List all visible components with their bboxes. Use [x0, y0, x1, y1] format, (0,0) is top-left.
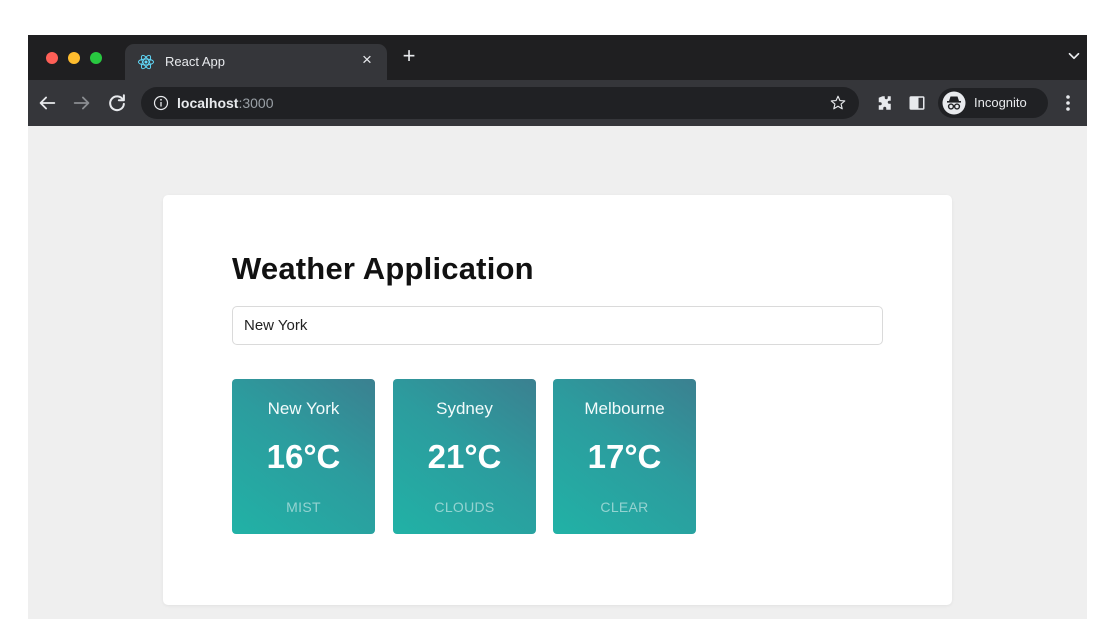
weather-temperature: 17°C	[587, 438, 662, 475]
weather-temperature: 16°C	[266, 438, 341, 475]
tab-react-app[interactable]: React App ×	[125, 44, 387, 80]
close-window-button[interactable]	[46, 52, 58, 64]
maximize-window-button[interactable]	[90, 52, 102, 64]
url-port: :3000	[238, 95, 274, 111]
reload-icon[interactable]	[106, 92, 128, 114]
page-viewport: Weather Application New York 16°C MIST S…	[28, 126, 1087, 619]
incognito-profile-button[interactable]: Incognito	[938, 88, 1048, 118]
url-host: localhost	[177, 95, 239, 111]
weather-condition: CLEAR	[600, 499, 649, 515]
tab-close-button[interactable]: ×	[357, 50, 377, 70]
chevron-down-icon[interactable]	[1065, 47, 1083, 65]
weather-condition: MIST	[286, 499, 321, 515]
info-icon[interactable]	[153, 95, 169, 111]
minimize-window-button[interactable]	[68, 52, 80, 64]
tab-title: React App	[165, 54, 225, 69]
app-card: Weather Application New York 16°C MIST S…	[163, 195, 952, 605]
more-vertical-icon[interactable]	[1060, 93, 1076, 113]
page-title: Weather Application	[232, 251, 534, 286]
react-logo-icon	[138, 54, 154, 70]
incognito-label: Incognito	[974, 95, 1027, 110]
weather-city: Sydney	[436, 399, 493, 418]
browser-window: React App × + localhost:3000 Incognito W…	[28, 35, 1087, 619]
side-panel-icon[interactable]	[908, 94, 926, 112]
city-search-input[interactable]	[232, 306, 883, 345]
url-text: localhost:3000	[177, 95, 274, 111]
new-tab-button[interactable]: +	[398, 45, 420, 67]
weather-city: New York	[267, 399, 340, 418]
weather-card-melbourne[interactable]: Melbourne 17°C CLEAR	[553, 379, 696, 534]
incognito-icon	[942, 91, 966, 115]
extensions-puzzle-icon[interactable]	[875, 93, 893, 113]
back-arrow-icon[interactable]	[36, 92, 58, 114]
tab-strip: React App × +	[28, 35, 1087, 80]
weather-city: Melbourne	[584, 399, 665, 418]
browser-toolbar: localhost:3000 Incognito	[28, 80, 1087, 126]
weather-temperature: 21°C	[427, 438, 502, 475]
bookmark-star-icon[interactable]	[829, 94, 847, 112]
forward-arrow-icon[interactable]	[71, 92, 93, 114]
weather-card-new-york[interactable]: New York 16°C MIST	[232, 379, 375, 534]
weather-card-sydney[interactable]: Sydney 21°C CLOUDS	[393, 379, 536, 534]
address-bar[interactable]: localhost:3000	[141, 87, 859, 119]
weather-condition: CLOUDS	[434, 499, 495, 515]
